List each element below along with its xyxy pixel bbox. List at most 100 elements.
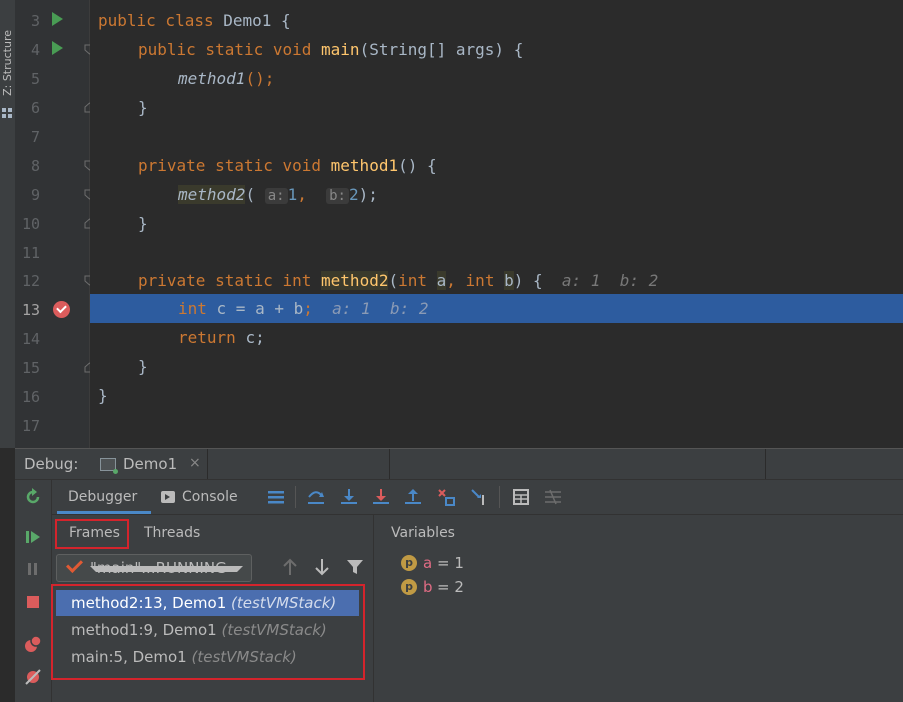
gutter-line: 14 (15, 324, 89, 353)
frame-row[interactable]: method2:13, Demo1 (testVMStack) (56, 590, 359, 616)
variable-name: b (423, 578, 433, 596)
parameter-icon: p (401, 555, 417, 571)
structure-strip[interactable]: Z: Structure (0, 0, 16, 448)
current-execution-line[interactable]: int c = a + b; a: 1 b: 2 (90, 294, 903, 323)
structure-label[interactable]: Z: Structure (1, 30, 14, 96)
step-out-icon[interactable] (404, 488, 422, 506)
arrow-down-icon[interactable] (313, 557, 331, 577)
frame-location: (testVMStack) (221, 621, 327, 639)
param-name: b (504, 271, 514, 290)
line-number: 9 (30, 186, 40, 204)
debug-side-toolbar (15, 480, 52, 702)
gutter-line: 5 (15, 64, 89, 93)
chevron-down-icon (90, 566, 243, 572)
frame-row[interactable]: method1:9, Demo1 (testVMStack) (56, 617, 359, 643)
gutter-line: 11 (15, 238, 89, 267)
frame-method: method2:13, Demo1 (71, 594, 232, 612)
method-call: method1 (178, 69, 246, 88)
code-line[interactable]: return c; (90, 323, 903, 352)
code-line[interactable]: method1(); (90, 64, 903, 93)
code-line[interactable]: private static void method1() { (90, 151, 903, 180)
number-literal: 2 (348, 185, 359, 204)
gutter-line: 9 (15, 180, 95, 209)
frames-menu-icon[interactable] (267, 488, 285, 506)
frame-row[interactable]: main:5, Demo1 (testVMStack) (56, 644, 359, 670)
gutter-line: 12 (15, 266, 95, 295)
tab-frames-label: Frames (69, 525, 120, 541)
close-icon[interactable]: × (189, 455, 201, 471)
keyword: private static void (138, 156, 331, 175)
code-text: c; (245, 328, 265, 347)
code-text: , (446, 271, 466, 290)
gutter-line-current: 13 (15, 295, 89, 324)
keyword: return (178, 328, 246, 347)
code-editor[interactable]: public class Demo1 { public static void … (90, 0, 903, 448)
number-literal: 1 (287, 185, 298, 204)
code-line[interactable]: private static int method2(int a, int b)… (90, 266, 903, 295)
code-line[interactable]: } (90, 381, 903, 410)
structure-icon (2, 108, 12, 118)
console-icon (161, 491, 175, 503)
gutter-line: 6 (15, 93, 95, 122)
debug-session-tab[interactable]: Demo1 × (97, 449, 201, 479)
variables-title: Variables (391, 525, 455, 541)
code-line[interactable]: method2( a: 1, b: 2); (90, 180, 903, 209)
method-name: method1 (330, 156, 399, 175)
code-text: ( (245, 185, 256, 204)
step-over-icon[interactable] (307, 488, 325, 506)
run-icon[interactable] (52, 41, 63, 55)
line-number: 15 (21, 359, 40, 377)
breakpoint-icon[interactable] (53, 301, 70, 318)
code-line[interactable]: } (90, 209, 903, 238)
tab-console[interactable]: Console (157, 480, 257, 514)
evaluate-expression-icon[interactable] (512, 488, 530, 506)
run-to-cursor-icon[interactable] (470, 488, 488, 506)
force-step-into-icon[interactable] (372, 488, 390, 506)
gutter-line: 17 (15, 411, 89, 440)
code-line[interactable]: } (90, 93, 903, 122)
stop-icon[interactable] (24, 593, 42, 611)
debugger-toolbar: Debugger Console (52, 480, 903, 515)
frame-method: main:5, Demo1 (71, 648, 192, 666)
line-number: 8 (30, 157, 40, 175)
code-line[interactable]: public static void main(String[] args) { (90, 35, 903, 64)
debug-label: Debug: (24, 455, 79, 473)
keyword: int (465, 271, 505, 290)
code-line[interactable]: } (90, 352, 903, 381)
code-text: ) { (513, 271, 543, 290)
variables-panel: Variables p a = 1 p b = 2 (374, 515, 903, 702)
line-number: 13 (21, 301, 40, 319)
filter-icon[interactable] (346, 557, 364, 577)
code-text: } (138, 357, 148, 376)
method-name: method2 (321, 271, 389, 290)
frames-panel: Frames Threads "main"...RUNNING method2:… (51, 515, 374, 702)
trace-icon[interactable] (544, 488, 562, 506)
pause-icon[interactable] (24, 560, 42, 578)
tab-frames[interactable]: Frames (55, 519, 129, 549)
line-number: 16 (21, 388, 40, 406)
tab-threads-label: Threads (144, 525, 201, 541)
thread-select[interactable]: "main"...RUNNING (56, 554, 252, 582)
resume-icon[interactable] (24, 528, 42, 546)
code-text: } (98, 386, 108, 405)
frames-list: method2:13, Demo1 (testVMStack) method1:… (51, 584, 365, 680)
line-number: 5 (30, 70, 40, 88)
drop-frame-icon[interactable] (437, 488, 455, 506)
variable-value: = 2 (437, 578, 464, 596)
code-line[interactable]: public class Demo1 { (90, 6, 903, 35)
tab-debugger[interactable]: Debugger (57, 480, 151, 514)
code-text: , (297, 185, 307, 204)
rerun-icon[interactable] (24, 488, 42, 506)
frame-location: (testVMStack) (231, 594, 337, 612)
view-breakpoints-icon[interactable] (24, 635, 42, 653)
step-into-icon[interactable] (340, 488, 358, 506)
arrow-up-icon[interactable] (281, 557, 299, 577)
line-number: 7 (30, 128, 40, 146)
mute-breakpoints-icon[interactable] (24, 668, 42, 686)
run-icon[interactable] (52, 12, 63, 26)
editor-gutter: 3 4 5 6 7 8 9 10 11 12 13 14 15 16 17 (15, 0, 95, 448)
checkmark-icon (66, 556, 83, 573)
code-text: ); (358, 185, 378, 204)
code-text: (); (245, 69, 275, 88)
line-number: 17 (21, 417, 40, 435)
